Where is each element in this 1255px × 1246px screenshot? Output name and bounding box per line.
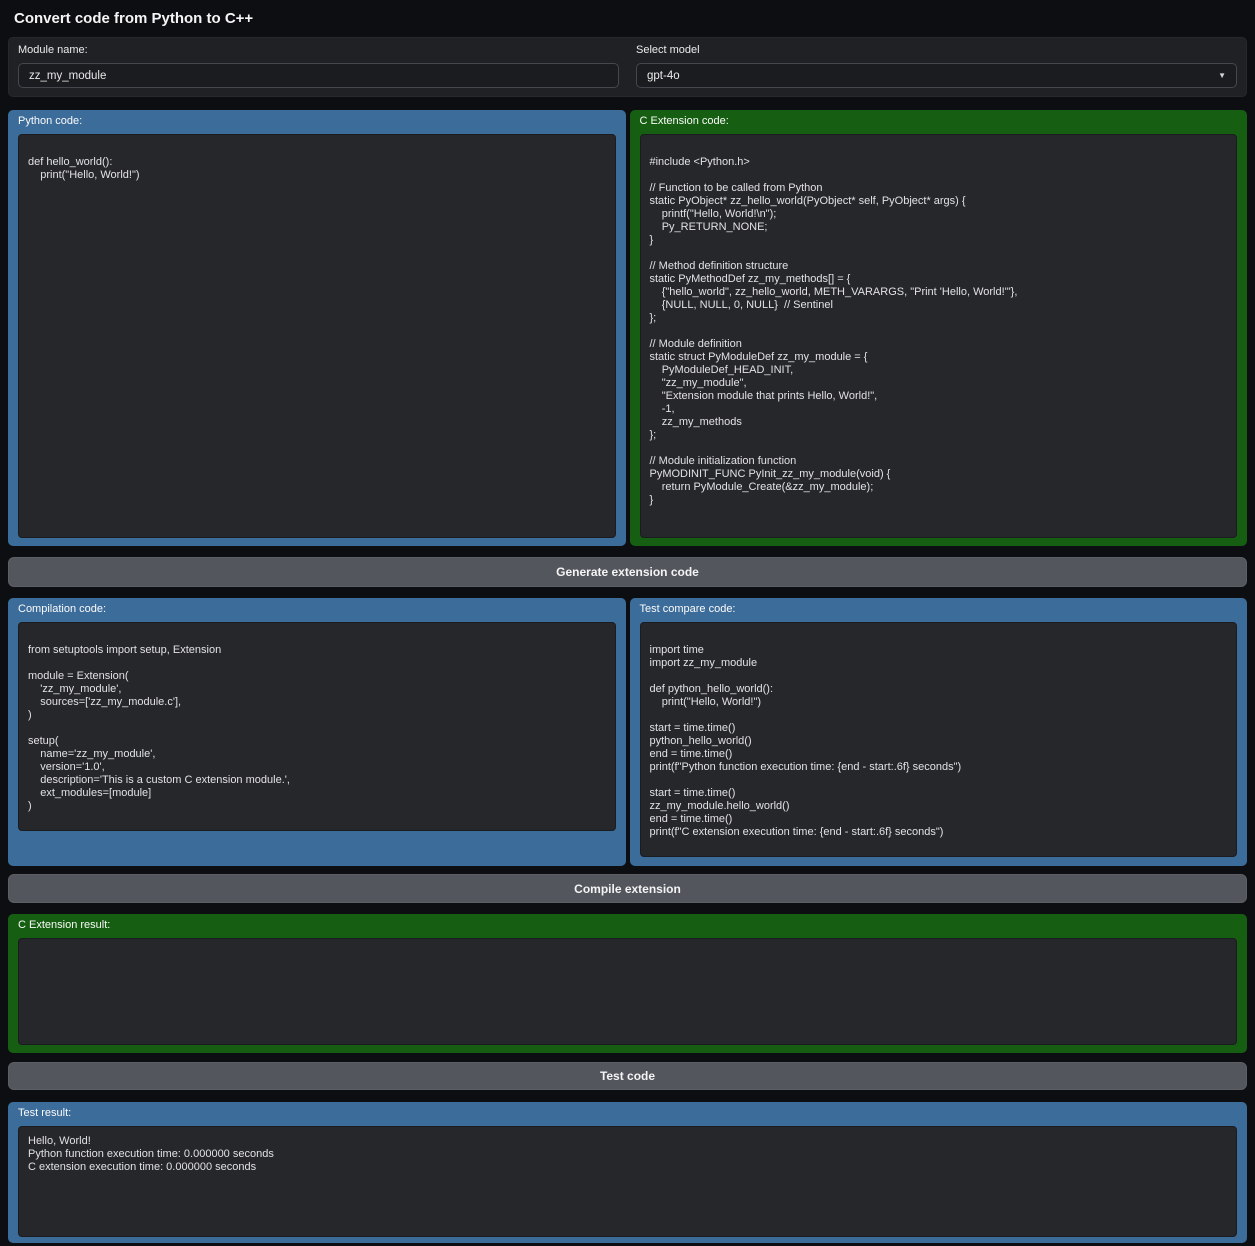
compilation-code-textarea[interactable]: from setuptools import setup, Extension … xyxy=(18,622,616,831)
test-code-button[interactable]: Test code xyxy=(8,1062,1247,1090)
page-title: Convert code from Python to C++ xyxy=(0,0,1255,29)
model-field-group: Select model gpt-4o ▼ xyxy=(636,44,1237,88)
c-extension-result-panel: C Extension result: xyxy=(8,914,1247,1053)
c-extension-result-label: C Extension result: xyxy=(18,920,1237,931)
compile-test-panels-row: Compilation code: from setuptools import… xyxy=(8,598,1247,866)
python-code-label: Python code: xyxy=(18,116,616,127)
c-extension-code-label: C Extension code: xyxy=(640,116,1238,127)
compilation-code-panel: Compilation code: from setuptools import… xyxy=(8,598,626,866)
module-name-input[interactable] xyxy=(18,63,619,88)
test-compare-code-label: Test compare code: xyxy=(640,604,1238,615)
module-name-field-group: Module name: xyxy=(18,44,619,88)
generate-extension-code-button[interactable]: Generate extension code xyxy=(8,557,1247,587)
model-dropdown[interactable]: gpt-4o ▼ xyxy=(636,63,1237,88)
model-dropdown-value: gpt-4o xyxy=(647,70,680,82)
python-code-textarea[interactable]: def hello_world(): print("Hello, World!"… xyxy=(18,134,616,538)
test-result-label: Test result: xyxy=(18,1108,1237,1119)
app-window: Convert code from Python to C++ Module n… xyxy=(0,0,1255,1246)
chevron-down-icon: ▼ xyxy=(1218,72,1226,80)
compile-extension-button[interactable]: Compile extension xyxy=(8,874,1247,903)
code-panels-row: Python code: def hello_world(): print("H… xyxy=(8,110,1247,546)
test-compare-code-textarea[interactable]: import time import zz_my_module def pyth… xyxy=(640,622,1238,857)
select-model-label: Select model xyxy=(636,44,1237,56)
settings-group: Module name: Select model gpt-4o ▼ xyxy=(8,37,1247,97)
c-extension-code-panel: C Extension code: #include <Python.h> //… xyxy=(630,110,1248,546)
python-code-panel: Python code: def hello_world(): print("H… xyxy=(8,110,626,546)
test-result-textarea[interactable]: Hello, World! Python function execution … xyxy=(18,1126,1237,1237)
c-extension-code-textarea[interactable]: #include <Python.h> // Function to be ca… xyxy=(640,134,1238,538)
compilation-code-label: Compilation code: xyxy=(18,604,616,615)
test-result-panel: Test result: Hello, World! Python functi… xyxy=(8,1102,1247,1243)
module-name-label: Module name: xyxy=(18,44,619,56)
test-compare-code-panel: Test compare code: import time import zz… xyxy=(630,598,1248,866)
c-extension-result-textarea[interactable] xyxy=(18,938,1237,1045)
